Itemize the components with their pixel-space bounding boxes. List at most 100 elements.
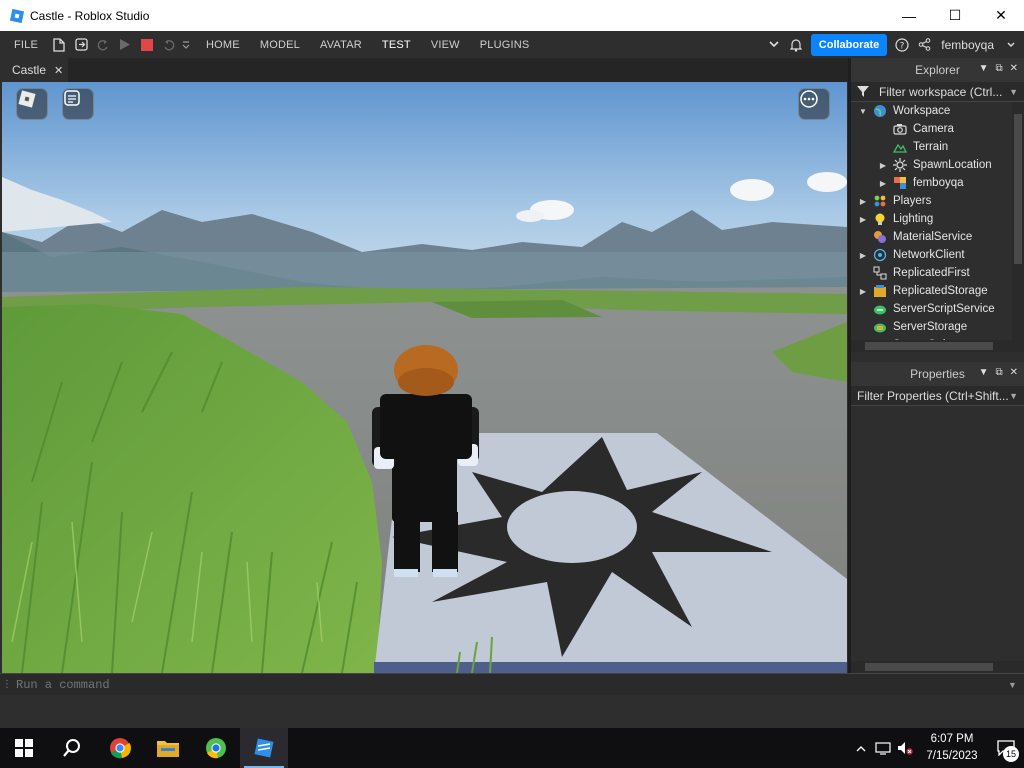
- camera-icon: [893, 122, 907, 136]
- tab-avatar[interactable]: AVATAR: [310, 39, 372, 51]
- explorer-item-terrain[interactable]: Terrain: [851, 138, 1024, 156]
- collapse-icon[interactable]: ▼: [979, 63, 989, 74]
- tab-plugins[interactable]: PLUGINS: [470, 39, 540, 51]
- collapsed-arrow-icon[interactable]: ▶: [857, 251, 869, 260]
- file-explorer-taskbar-button[interactable]: [144, 728, 192, 768]
- roblox-menu-button[interactable]: [16, 88, 48, 120]
- volume-muted-icon[interactable]: [894, 741, 916, 755]
- spawn-icon: [893, 158, 907, 172]
- start-button[interactable]: [0, 728, 48, 768]
- search-button[interactable]: [48, 728, 96, 768]
- maximize-button[interactable]: ☐: [932, 0, 978, 31]
- explorer-item-label: Workspace: [893, 105, 951, 117]
- server-script-icon: [873, 302, 887, 316]
- account-dropdown-icon[interactable]: [1000, 34, 1022, 56]
- explorer-item-serverstorage[interactable]: ServerStorage: [851, 318, 1024, 336]
- network-icon[interactable]: [872, 741, 894, 755]
- close-panel-icon[interactable]: ✕: [1010, 367, 1018, 378]
- lightbulb-icon: [873, 212, 887, 226]
- replicated-storage-icon: [873, 284, 887, 298]
- undock-icon[interactable]: ⧉: [995, 367, 1002, 378]
- taskbar-clock[interactable]: 6:07 PM 7/15/2023: [916, 731, 988, 765]
- material-icon: [873, 230, 887, 244]
- explorer-item-serverscriptservice[interactable]: ServerScriptService: [851, 300, 1024, 318]
- play-icon[interactable]: [114, 34, 136, 56]
- properties-filter[interactable]: Filter Properties (Ctrl+Shift... ▼: [851, 386, 1024, 406]
- windows-taskbar: 6:07 PM 7/15/2023 15: [0, 728, 1024, 768]
- collapsed-arrow-icon[interactable]: ▶: [877, 179, 889, 188]
- cloud: [730, 179, 774, 201]
- explorer-item-label: SpawnLocation: [913, 159, 992, 171]
- tab-view[interactable]: VIEW: [421, 39, 470, 51]
- explorer-item-materialservice[interactable]: MaterialService: [851, 228, 1024, 246]
- explorer-item-spawnlocation[interactable]: ▶ SpawnLocation: [851, 156, 1024, 174]
- close-panel-icon[interactable]: ✕: [1010, 63, 1018, 74]
- chrome-alt-taskbar-button[interactable]: [192, 728, 240, 768]
- document-tab-castle[interactable]: Castle ✕: [0, 58, 68, 82]
- explorer-item-networkclient[interactable]: ▶ NetworkClient: [851, 246, 1024, 264]
- server-storage-icon: [873, 320, 887, 334]
- explorer-item-players[interactable]: ▶ Players: [851, 192, 1024, 210]
- filter-dropdown-icon[interactable]: ▼: [1009, 87, 1018, 97]
- expand-ribbon-icon[interactable]: [763, 34, 785, 56]
- explorer-filter-placeholder: Filter workspace (Ctrl...: [879, 84, 1003, 99]
- tab-home[interactable]: HOME: [196, 39, 250, 51]
- document-tab-strip: Castle ✕: [0, 58, 848, 82]
- terrain-icon: [893, 140, 907, 154]
- notification-bell-icon[interactable]: [785, 34, 807, 56]
- explorer-item-lighting[interactable]: ▶ Lighting: [851, 210, 1024, 228]
- explorer-item-label: MaterialService: [893, 231, 973, 243]
- explorer-item-replicatedfirst[interactable]: ReplicatedFirst: [851, 264, 1024, 282]
- command-input[interactable]: [12, 677, 1008, 692]
- collapsed-arrow-icon[interactable]: ▶: [877, 161, 889, 170]
- explorer-item-camera[interactable]: Camera: [851, 120, 1024, 138]
- game-viewport[interactable]: [2, 82, 847, 673]
- command-history-icon[interactable]: ▼: [1008, 680, 1024, 690]
- expanded-arrow-icon[interactable]: ▼: [857, 107, 869, 116]
- file-menu[interactable]: FILE: [0, 39, 48, 51]
- minimize-button[interactable]: —: [886, 0, 932, 31]
- undock-icon[interactable]: ⧉: [995, 63, 1002, 74]
- username-label[interactable]: femboyqa: [941, 38, 994, 52]
- collapsed-arrow-icon[interactable]: ▶: [857, 287, 869, 296]
- chrome-taskbar-button[interactable]: [96, 728, 144, 768]
- explorer-item-workspace[interactable]: ▼ Workspace: [851, 102, 1024, 120]
- collapse-icon[interactable]: ▼: [979, 367, 989, 378]
- explorer-item-label: ReplicatedFirst: [893, 267, 970, 279]
- tab-test[interactable]: TEST: [372, 39, 421, 51]
- more-options-button[interactable]: [798, 88, 830, 120]
- new-file-icon[interactable]: [48, 34, 70, 56]
- explorer-title: Explorer: [915, 63, 960, 77]
- tab-model[interactable]: MODEL: [250, 39, 310, 51]
- chat-button[interactable]: [62, 88, 94, 120]
- search-icon: [63, 739, 80, 757]
- help-icon[interactable]: ?: [891, 34, 913, 56]
- explorer-hscrollbar[interactable]: [851, 340, 1024, 352]
- show-hidden-icons-icon[interactable]: [850, 745, 872, 752]
- globe-icon: [873, 104, 887, 118]
- properties-list: [851, 406, 1024, 656]
- collaborate-button[interactable]: Collaborate: [810, 33, 888, 56]
- explorer-item-femboyqa[interactable]: ▶ femboyqa: [851, 174, 1024, 192]
- undo-dropdown-icon[interactable]: [180, 34, 192, 56]
- collapsed-arrow-icon[interactable]: ▶: [857, 215, 869, 224]
- model-icon: [893, 176, 907, 190]
- explorer-vscrollbar[interactable]: [1012, 102, 1024, 340]
- properties-hscrollbar[interactable]: [851, 661, 1024, 673]
- filter-dropdown-icon[interactable]: ▼: [1009, 391, 1018, 401]
- undo-icon[interactable]: [158, 34, 180, 56]
- roblox-studio-taskbar-button[interactable]: [240, 728, 288, 768]
- share-icon[interactable]: [913, 34, 935, 56]
- stop-icon[interactable]: [136, 34, 158, 56]
- explorer-filter[interactable]: Filter workspace (Ctrl... ▼: [851, 82, 1024, 102]
- close-tab-icon[interactable]: ✕: [54, 64, 63, 77]
- publish-icon[interactable]: [70, 34, 92, 56]
- action-center-button[interactable]: 15: [988, 728, 1024, 768]
- replicated-first-icon: [873, 266, 887, 280]
- close-window-button[interactable]: ✕: [978, 0, 1024, 31]
- explorer-item-label: Camera: [913, 123, 954, 135]
- explorer-tree: ▼ Workspace Camera Terrain ▶ SpawnLocation ▶ fe…: [851, 102, 1024, 340]
- collapsed-arrow-icon[interactable]: ▶: [857, 197, 869, 206]
- explorer-item-replicatedstorage[interactable]: ▶ ReplicatedStorage: [851, 282, 1024, 300]
- redo-icon[interactable]: [92, 34, 114, 56]
